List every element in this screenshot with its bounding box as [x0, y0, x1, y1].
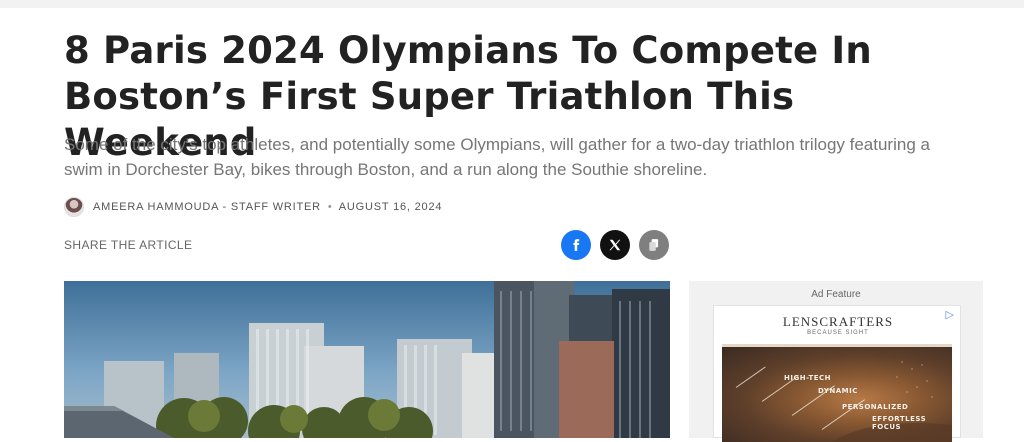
- x-icon: [609, 239, 621, 251]
- ad-tagline: BECAUSE SIGHT: [807, 330, 869, 336]
- share-x-button[interactable]: [600, 230, 630, 260]
- ad-feature-label: Ad Feature: [811, 289, 861, 300]
- author-avatar[interactable]: [64, 197, 84, 217]
- publish-date: AUGUST 16, 2024: [338, 201, 443, 213]
- ad-feature-2: DYNAMIC: [818, 387, 858, 395]
- ad-eye-image[interactable]: HIGH-TECH DYNAMIC PERSONALIZED EFFORTLES…: [722, 344, 952, 442]
- byline: AMEERA HAMMOUDA - STAFF WRITER • AUGUST …: [64, 197, 442, 217]
- boston-skyline-illustration: [64, 281, 670, 438]
- article-subtitle: Some of the city's top athletes, and pot…: [64, 135, 930, 179]
- hero-image: [64, 281, 670, 438]
- ad-card[interactable]: ▷ LENSCRAFTERS BECAUSE SIGHT HIGH-TECH D…: [713, 305, 961, 442]
- ad-brand: LENSCRAFTERS: [782, 314, 894, 329]
- byline-separator: •: [327, 201, 332, 213]
- share-copy-link-button[interactable]: [639, 230, 669, 260]
- share-facebook-button[interactable]: [561, 230, 591, 260]
- share-label: SHARE THE ARTICLE: [64, 238, 193, 252]
- ad-feature: Ad Feature ▷ LENSCRAFTERS BECAUSE SIGHT …: [689, 281, 983, 442]
- author-name[interactable]: AMEERA HAMMOUDA - STAFF WRITER: [93, 201, 321, 213]
- ad-feature-3: PERSONALIZED: [842, 403, 909, 411]
- ad-feature-1: HIGH-TECH: [784, 374, 831, 382]
- top-band: [0, 0, 1024, 8]
- ad-feature-4: EFFORTLESS FOCUS: [872, 415, 927, 431]
- copy-icon: [649, 239, 659, 251]
- facebook-icon: [573, 239, 580, 251]
